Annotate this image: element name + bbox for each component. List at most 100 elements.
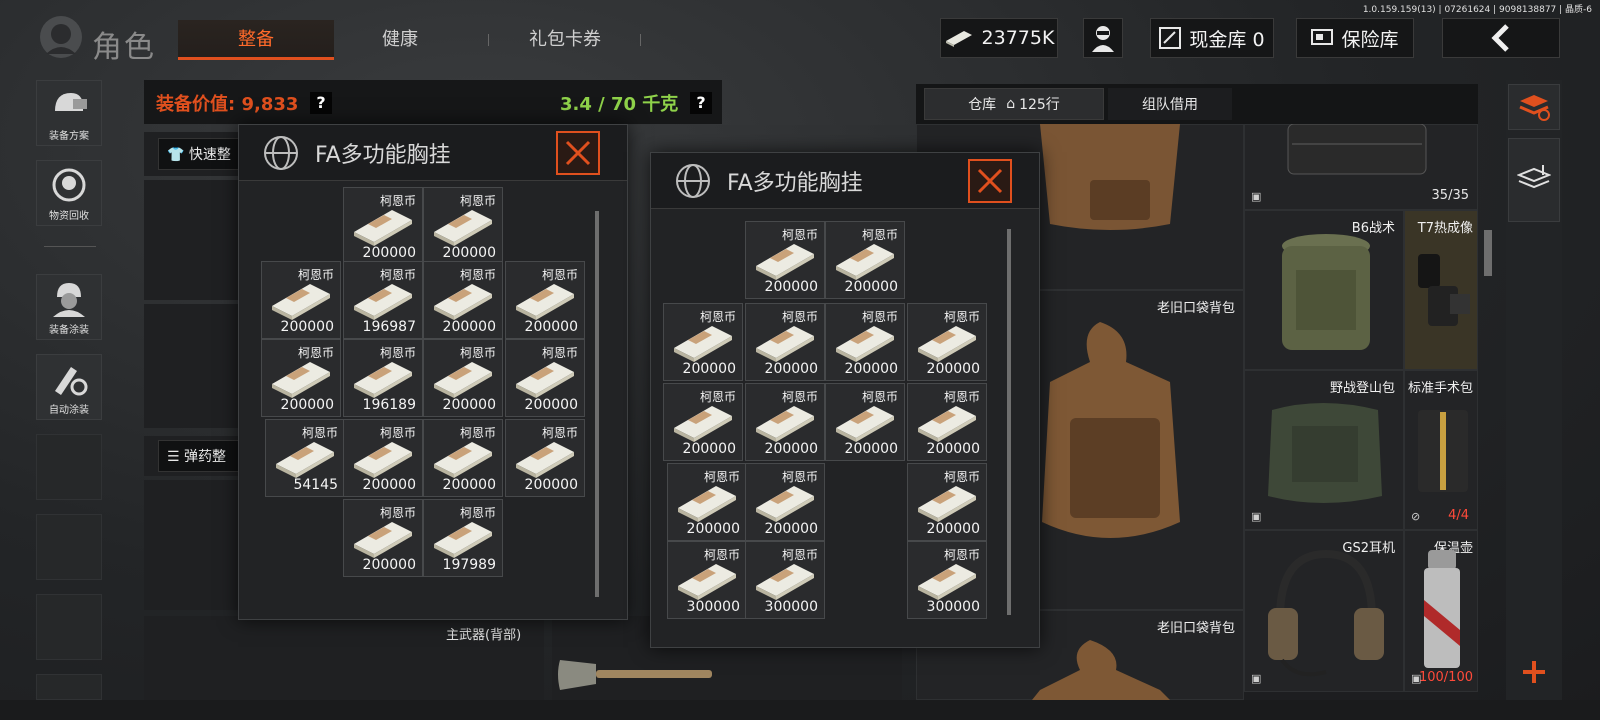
rig-slot-cash[interactable]: 柯恩币 196189 bbox=[343, 339, 423, 417]
safe-icon bbox=[1311, 29, 1334, 45]
rig-slot-cash[interactable]: 柯恩币 200000 bbox=[505, 339, 585, 417]
item-name: 柯恩币 bbox=[781, 310, 818, 324]
tab-divider bbox=[640, 34, 641, 46]
backpack-icon bbox=[1042, 322, 1180, 538]
stack-download-button[interactable] bbox=[1508, 138, 1560, 222]
close-icon bbox=[565, 140, 591, 166]
tab-health[interactable]: 健康 bbox=[360, 20, 440, 60]
sidebar-empty-slot bbox=[36, 674, 102, 700]
add-button[interactable] bbox=[1508, 650, 1560, 694]
rig-slot-cash[interactable]: 柯恩币 200000 bbox=[423, 419, 503, 497]
chest-rig-scrollbar[interactable] bbox=[595, 211, 599, 597]
item-amount: 200000 bbox=[442, 319, 496, 335]
rig-slot-cash[interactable]: 柯恩币 200000 bbox=[667, 463, 747, 541]
rig-slot-cash[interactable]: 柯恩币 196987 bbox=[343, 261, 423, 339]
sidebar-loadout-plan[interactable]: 装备方案 bbox=[36, 80, 102, 146]
vault-icon bbox=[1159, 27, 1182, 49]
item-amount: 200000 bbox=[926, 521, 980, 537]
brush-gear-icon bbox=[55, 367, 88, 396]
weight-help-button[interactable]: ? bbox=[690, 92, 712, 114]
headset-icon bbox=[1268, 549, 1384, 677]
back-button[interactable] bbox=[1442, 18, 1560, 58]
item-name: 柯恩币 bbox=[379, 268, 416, 282]
rig-slot-cash[interactable]: 柯恩币 200000 bbox=[423, 187, 503, 265]
item-name: 柯恩币 bbox=[781, 228, 818, 242]
cash-bundle-icon bbox=[678, 486, 736, 522]
sidebar-label: 装备方案 bbox=[49, 131, 89, 142]
rig-slot-cash[interactable]: 柯恩币 200000 bbox=[343, 419, 423, 497]
item-name: 野战登山包 bbox=[1329, 381, 1395, 396]
item-name: 柯恩币 bbox=[301, 426, 338, 440]
sidebar-empty-slot bbox=[36, 514, 102, 580]
rig-slot-cash[interactable]: 柯恩币 200000 bbox=[505, 419, 585, 497]
tab-team-borrow[interactable]: 组队借用 bbox=[1108, 88, 1232, 120]
rig-slot-cash[interactable]: 柯恩币 200000 bbox=[745, 303, 825, 381]
hiking-bag-icon bbox=[1268, 403, 1382, 503]
cash-vault-label: 现金库 0 bbox=[1189, 28, 1265, 51]
rig-slot-cash[interactable]: 柯恩币 197989 bbox=[423, 499, 503, 577]
stack-sort-button[interactable] bbox=[1508, 84, 1560, 130]
rig-slot-cash[interactable]: 柯恩币 200000 bbox=[505, 261, 585, 339]
warehouse-scrollbar[interactable] bbox=[1484, 230, 1492, 276]
page-title: 角色 bbox=[92, 30, 156, 65]
cash-bundle-icon bbox=[674, 326, 732, 362]
rig-slot-cash[interactable]: 柯恩币 200000 bbox=[907, 463, 987, 541]
ammo-sort-button[interactable]: ☰ 弹药整 bbox=[158, 440, 248, 472]
rig-slot-cash[interactable]: 柯恩币 54145 bbox=[265, 419, 345, 497]
item-name: 柯恩币 bbox=[379, 426, 416, 440]
rig-slot-cash[interactable]: 柯恩币 200000 bbox=[261, 339, 341, 417]
quick-sort-button[interactable]: 👕 快速整 bbox=[158, 138, 248, 170]
item-amount: 200000 bbox=[682, 441, 736, 457]
item-amount: 200000 bbox=[362, 245, 416, 261]
tab-divider bbox=[488, 34, 489, 46]
item-amount: 200000 bbox=[764, 361, 818, 377]
thermal-scope-icon bbox=[1418, 254, 1470, 326]
rig-slot-cash[interactable]: 柯恩币 300000 bbox=[907, 541, 987, 619]
rig-slot-cash[interactable]: 柯恩币 200000 bbox=[825, 383, 905, 461]
ammo-sort-label: 弹药整 bbox=[184, 449, 227, 465]
plus-icon bbox=[1523, 661, 1545, 683]
rig-slot-cash[interactable]: 柯恩币 200000 bbox=[907, 383, 987, 461]
close-button[interactable] bbox=[556, 131, 600, 175]
close-button[interactable] bbox=[968, 159, 1012, 203]
item-amount: 200000 bbox=[764, 441, 818, 457]
item-name: 柯恩币 bbox=[699, 310, 736, 324]
currency-amount: 23775K bbox=[981, 27, 1055, 49]
cash-bundle-icon bbox=[272, 284, 330, 320]
rig-slot-cash[interactable]: 柯恩币 200000 bbox=[907, 303, 987, 381]
rig-slot-cash[interactable]: 柯恩币 200000 bbox=[343, 499, 423, 577]
rig-slot-cash[interactable]: 柯恩币 200000 bbox=[663, 383, 743, 461]
currency-display[interactable]: 23775K bbox=[940, 18, 1058, 58]
rig-slot-cash[interactable]: 柯恩币 200000 bbox=[825, 221, 905, 299]
sidebar-auto-paint[interactable]: 自动涂装 bbox=[36, 354, 102, 420]
rig-slot-cash[interactable]: 柯恩币 200000 bbox=[745, 221, 825, 299]
rig-slot-cash[interactable]: 柯恩币 200000 bbox=[261, 261, 341, 339]
cash-vault-button[interactable]: 现金库 0 bbox=[1150, 18, 1274, 58]
sidebar-equipment-paint[interactable]: 装备涂装 bbox=[36, 274, 102, 340]
rig-slot-cash[interactable]: 柯恩币 200000 bbox=[745, 383, 825, 461]
tab-warehouse[interactable]: 仓库 ⌂ 125行 bbox=[924, 88, 1104, 120]
rig-slot-cash[interactable]: 柯恩币 200000 bbox=[663, 303, 743, 381]
rig-slot-cash[interactable]: 柯恩币 200000 bbox=[343, 187, 423, 265]
rig-slot-cash[interactable]: 柯恩币 200000 bbox=[423, 261, 503, 339]
cash-bundle-icon bbox=[516, 442, 574, 478]
chest-rig-window-right: FA多功能胸挂 柯恩币 200000 柯恩币 200000 柯恩币 200000 柯恩币 20… bbox=[650, 152, 1040, 648]
rig-slot-cash[interactable]: 柯恩币 200000 bbox=[745, 463, 825, 541]
rig-slot-cash[interactable]: 柯恩币 200000 bbox=[423, 339, 503, 417]
sidebar-empty-slot bbox=[36, 434, 102, 500]
rig-slot-cash[interactable]: 柯恩币 300000 bbox=[745, 541, 825, 619]
safe-button[interactable]: 保险库 bbox=[1296, 18, 1414, 58]
item-amount: 200000 bbox=[280, 397, 334, 413]
cash-bundle-icon bbox=[276, 442, 334, 478]
cash-bundle-icon bbox=[918, 406, 976, 442]
operator-button[interactable] bbox=[1083, 18, 1123, 58]
equipment-value-help-button[interactable]: ? bbox=[310, 92, 332, 114]
rig-slot-cash[interactable]: 柯恩币 200000 bbox=[825, 303, 905, 381]
chest-rig-scrollbar[interactable] bbox=[1007, 229, 1011, 615]
sidebar-supply-recycle[interactable]: 物资回收 bbox=[36, 160, 102, 226]
shovel-icon bbox=[558, 660, 712, 690]
tab-gift-coupons[interactable]: 礼包卡券 bbox=[510, 20, 620, 60]
rig-slot-cash[interactable]: 柯恩币 300000 bbox=[667, 541, 747, 619]
tab-equipment[interactable]: 整备 bbox=[178, 20, 334, 60]
surgical-kit-icon bbox=[1418, 410, 1468, 492]
